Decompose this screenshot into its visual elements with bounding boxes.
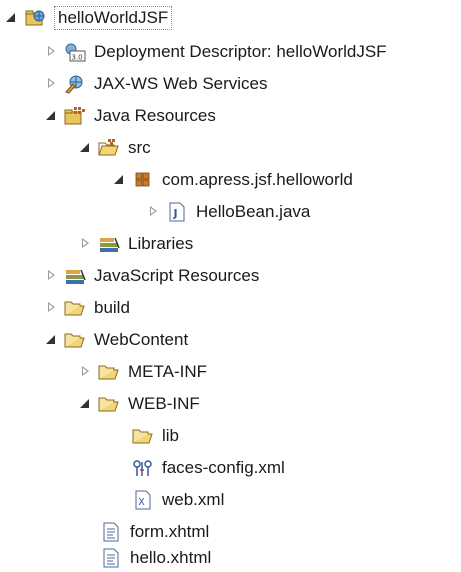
tree-item-label: helloWorldJSF bbox=[54, 6, 173, 30]
tree-item-label: META-INF bbox=[128, 362, 208, 381]
tree-item-lib[interactable]: lib bbox=[132, 422, 181, 450]
tree-item-libraries[interactable]: Libraries bbox=[78, 230, 195, 258]
expand-arrow-icon[interactable] bbox=[44, 45, 58, 59]
tree-item-label: form.xhtml bbox=[130, 522, 210, 541]
tree-item-javascript-resources[interactable]: JavaScript Resources bbox=[44, 262, 261, 290]
java-file-icon: J bbox=[166, 202, 188, 222]
collapse-arrow-icon[interactable] bbox=[4, 11, 18, 25]
folder-open-icon bbox=[98, 394, 120, 414]
tree-item-hello-xhtml[interactable]: hello.xhtml bbox=[100, 544, 213, 572]
tree-item-label: faces-config.xml bbox=[162, 458, 285, 477]
expand-arrow-icon[interactable] bbox=[44, 301, 58, 315]
collapse-arrow-icon[interactable] bbox=[44, 333, 58, 347]
web-project-icon bbox=[24, 8, 46, 28]
expand-arrow-icon[interactable] bbox=[146, 205, 160, 219]
xml-file-icon: X bbox=[132, 490, 154, 510]
folder-icon bbox=[64, 298, 86, 318]
tree-item-label: hello.xhtml bbox=[130, 548, 212, 567]
tree-item-faces-config-xml[interactable]: faces-config.xml bbox=[132, 454, 287, 482]
folder-icon bbox=[132, 426, 154, 446]
tree-item-label: WebContent bbox=[94, 330, 189, 349]
tree-item-label: build bbox=[94, 298, 130, 317]
tree-item-label: Java Resources bbox=[94, 106, 216, 125]
svg-text:X: X bbox=[139, 497, 145, 508]
expand-arrow-icon[interactable] bbox=[44, 269, 58, 283]
java-resources-icon bbox=[64, 106, 86, 126]
expand-arrow-icon[interactable] bbox=[44, 77, 58, 91]
tree-item-web-xml[interactable]: X web.xml bbox=[132, 486, 226, 514]
expand-arrow-icon[interactable] bbox=[78, 237, 92, 251]
libraries-icon bbox=[98, 234, 120, 254]
tree-item-label: com.apress.jsf.helloworld bbox=[162, 170, 353, 189]
tree-item-hellobean-java[interactable]: J HelloBean.java bbox=[146, 198, 312, 226]
tree-item-package[interactable]: com.apress.jsf.helloworld bbox=[112, 166, 355, 194]
collapse-arrow-icon[interactable] bbox=[78, 141, 92, 155]
tree-item-label: JavaScript Resources bbox=[94, 266, 260, 285]
tree-item-label: JAX-WS Web Services bbox=[94, 74, 268, 93]
tree-item-label: HelloBean.java bbox=[196, 202, 311, 221]
tree-item-label: lib bbox=[162, 426, 180, 445]
tree-item-label: Libraries bbox=[128, 234, 194, 253]
tree-item-form-xhtml[interactable]: form.xhtml bbox=[100, 518, 211, 546]
tree-item-jax-ws-web-services[interactable]: JAX-WS Web Services bbox=[44, 70, 270, 98]
tree-item-webcontent[interactable]: WebContent bbox=[44, 326, 190, 354]
tree-item-label: WEB-INF bbox=[128, 394, 200, 413]
tree-item-src[interactable]: src bbox=[78, 134, 153, 162]
package-icon bbox=[132, 170, 154, 190]
web-services-icon bbox=[64, 74, 86, 94]
collapse-arrow-icon[interactable] bbox=[44, 109, 58, 123]
svg-text:J: J bbox=[173, 207, 178, 220]
tree-item-meta-inf[interactable]: META-INF bbox=[78, 358, 209, 386]
xhtml-file-icon bbox=[100, 522, 122, 542]
svg-text:3.0: 3.0 bbox=[72, 54, 83, 62]
tree-item-label: src bbox=[128, 138, 151, 157]
xhtml-file-icon bbox=[100, 548, 122, 568]
tree-item-label: web.xml bbox=[162, 490, 225, 509]
tree-item-build[interactable]: build bbox=[44, 294, 132, 322]
collapse-arrow-icon[interactable] bbox=[78, 397, 92, 411]
folder-open-icon bbox=[64, 330, 86, 350]
folder-icon bbox=[98, 362, 120, 382]
libraries-icon bbox=[64, 266, 86, 286]
tree-item-helloworldjsf[interactable]: helloWorldJSF bbox=[4, 4, 173, 32]
source-folder-icon bbox=[98, 138, 120, 158]
project-explorer-tree: helloWorldJSF 3.0 Deployment Descriptor:… bbox=[0, 0, 461, 572]
deployment-descriptor-icon: 3.0 bbox=[64, 42, 86, 62]
expand-arrow-icon[interactable] bbox=[78, 365, 92, 379]
faces-config-icon bbox=[132, 458, 154, 478]
tree-item-deployment-descriptor[interactable]: 3.0 Deployment Descriptor: helloWorldJSF bbox=[44, 38, 389, 66]
collapse-arrow-icon[interactable] bbox=[112, 173, 126, 187]
tree-item-label: Deployment Descriptor: helloWorldJSF bbox=[94, 42, 387, 61]
tree-item-java-resources[interactable]: Java Resources bbox=[44, 102, 218, 130]
tree-item-web-inf[interactable]: WEB-INF bbox=[78, 390, 202, 418]
